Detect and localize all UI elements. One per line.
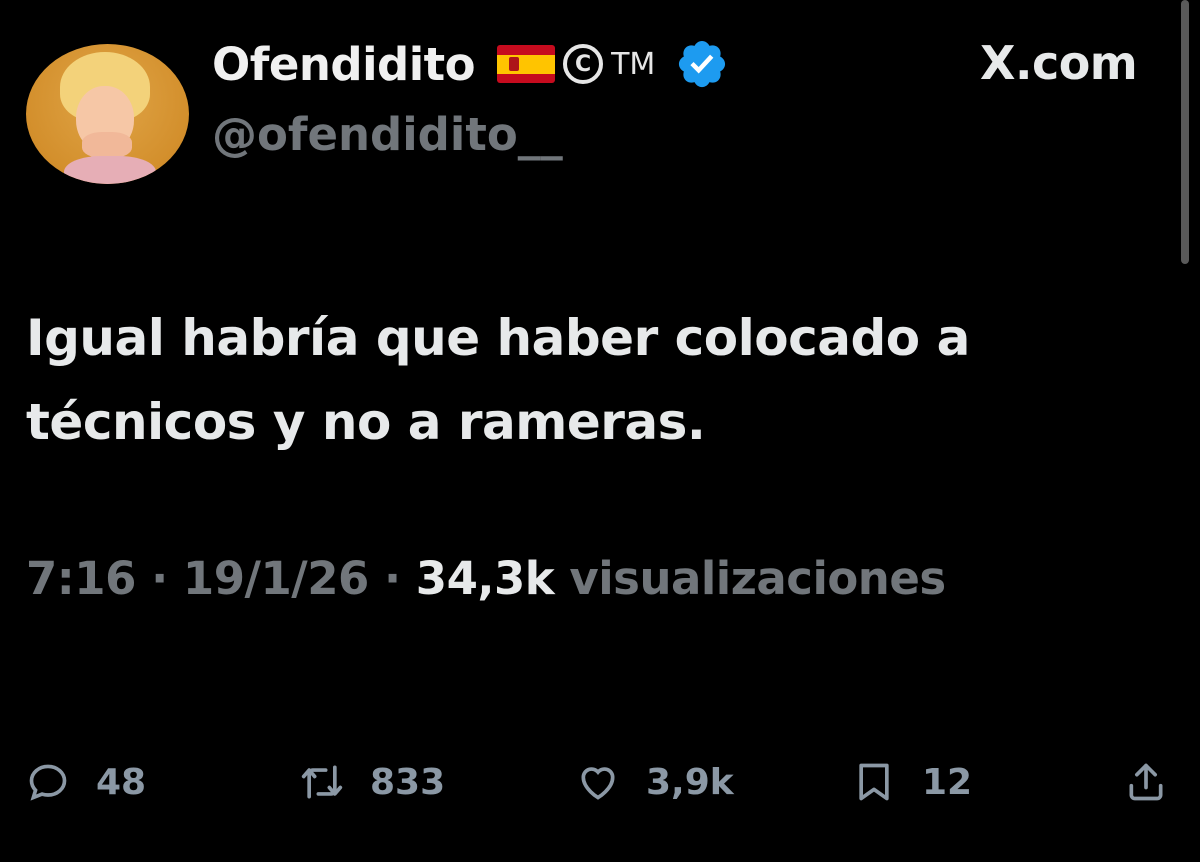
avatar[interactable] <box>26 44 189 184</box>
views-label: visualizaciones <box>569 552 946 605</box>
tweet-text: Igual habría que haber colocado a técnic… <box>26 296 1166 464</box>
share-icon <box>1129 763 1163 801</box>
avatar-hands <box>82 132 132 158</box>
tweet-text-line-2: técnicos y no a rameras. <box>26 393 706 451</box>
like-icon <box>581 767 615 800</box>
spain-flag-icon <box>497 45 556 83</box>
tweet-date[interactable]: 19/1/26 <box>183 552 369 605</box>
display-name[interactable]: Ofendidito <box>212 38 476 91</box>
copyright-symbol: C <box>575 51 592 77</box>
reply-icon <box>29 764 67 801</box>
views-count[interactable]: 34,3k <box>416 552 555 605</box>
trademark-label: TM <box>611 46 656 82</box>
like-count: 3,9k <box>646 761 734 803</box>
avatar-body <box>64 156 156 184</box>
tweet-text-line-1: Igual habría que haber colocado a <box>26 309 970 367</box>
action-bar: 48 833 3,9k 12 <box>26 754 1176 810</box>
tweet-time[interactable]: 7:16 <box>26 552 136 605</box>
site-label: X.com <box>980 36 1138 90</box>
scrollbar[interactable] <box>1181 0 1189 264</box>
reply-button[interactable]: 48 <box>26 754 146 810</box>
name-row: Ofendidito C TM <box>212 34 729 94</box>
verified-badge-icon[interactable] <box>675 37 729 91</box>
bookmark-icon <box>859 763 889 801</box>
bookmark-count: 12 <box>922 761 973 803</box>
bookmark-button[interactable]: 12 <box>852 754 972 810</box>
meta-separator-2: · <box>384 552 401 605</box>
user-handle[interactable]: @ofendidito__ <box>212 108 563 161</box>
copyright-icon: C <box>563 44 604 84</box>
tweet-meta: 7:16 · 19/1/26 · 34,3k visualizaciones <box>26 552 946 605</box>
repost-count: 833 <box>370 761 446 803</box>
share-button[interactable] <box>1124 754 1168 810</box>
repost-icon <box>301 765 343 799</box>
meta-separator-1: · <box>151 552 168 605</box>
like-button[interactable]: 3,9k <box>576 754 734 810</box>
repost-button[interactable]: 833 <box>300 754 445 810</box>
reply-count: 48 <box>96 761 147 803</box>
